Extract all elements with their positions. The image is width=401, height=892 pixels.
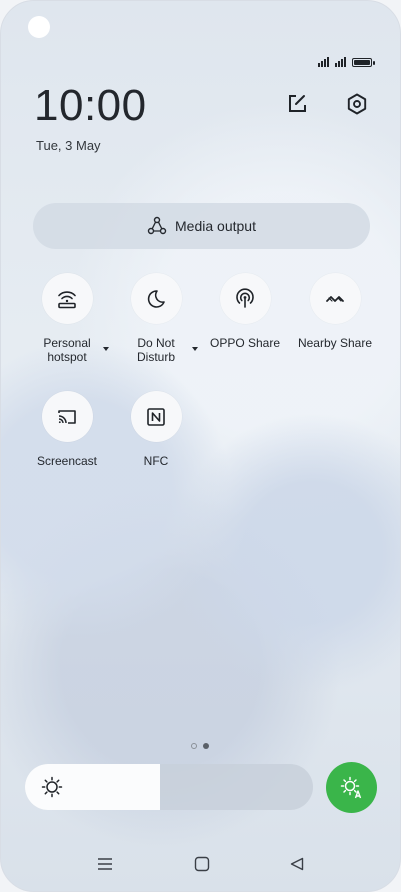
menu-lines-icon [98,858,112,870]
tile-label: Do Not Disturb [136,336,175,364]
hotspot-icon [58,290,76,308]
media-output-icon [147,216,167,235]
status-icons [318,57,375,67]
moon-icon [147,289,165,308]
settings-button[interactable] [343,90,371,118]
quick-settings-screen: 10:00 Tue, 3 May Media output Personal h… [0,0,401,892]
oppo-share-icon [236,287,254,308]
tile-personal-hotspot[interactable]: Personal hotspot [23,273,111,364]
nfc-icon [147,407,165,426]
nav-menu-button[interactable] [97,856,113,877]
tile-oppo-share-circle[interactable] [219,273,271,324]
front-camera [28,16,50,38]
tile-do-not-disturb-circle[interactable] [130,273,182,324]
edit-tiles-button[interactable] [283,90,311,118]
tile-label: NFC [143,454,169,468]
tile-do-not-disturb[interactable]: Do Not Disturb [112,273,200,364]
clock-time: 10:00 [34,81,147,130]
nearby-share-icon [326,295,344,302]
tile-nfc[interactable]: NFC [112,391,200,468]
tile-label: Screencast [36,454,98,468]
tile-label: OPPO Share [209,336,281,350]
signal-1-icon [318,57,329,67]
battery-icon [352,57,375,67]
clock-date: Tue, 3 May [36,138,101,153]
tile-personal-hotspot-circle[interactable] [41,273,93,324]
tile-oppo-share[interactable]: OPPO Share [201,273,289,350]
settings-gear-icon [347,93,367,115]
back-triangle-icon [290,857,304,871]
chevron-down-icon[interactable] [103,347,109,351]
sun-icon [41,776,63,798]
chevron-down-icon[interactable] [192,347,198,351]
screencast-icon [58,409,76,424]
page-dot-1[interactable] [191,743,197,749]
nav-back-button[interactable] [289,856,305,877]
edit-square-icon [289,95,306,112]
page-dot-2[interactable] [203,743,209,749]
page-indicator [191,743,209,749]
tile-nearby-share-circle[interactable] [309,273,361,324]
tile-label: Nearby Share [297,336,373,350]
tile-nearby-share[interactable]: Nearby Share [291,273,379,350]
nav-home-button[interactable] [194,856,210,877]
brightness-slider[interactable] [25,764,313,810]
signal-2-icon [335,57,346,67]
media-output-label: Media output [175,218,256,234]
home-square-icon [194,856,210,872]
tile-screencast[interactable]: Screencast [23,391,111,468]
auto-brightness-icon [340,776,361,798]
tile-nfc-circle[interactable] [130,391,182,442]
tile-label: Personal hotspot [43,336,91,364]
tile-screencast-circle[interactable] [41,391,93,442]
media-output-button[interactable]: Media output [33,203,370,249]
auto-brightness-button[interactable] [326,762,377,813]
